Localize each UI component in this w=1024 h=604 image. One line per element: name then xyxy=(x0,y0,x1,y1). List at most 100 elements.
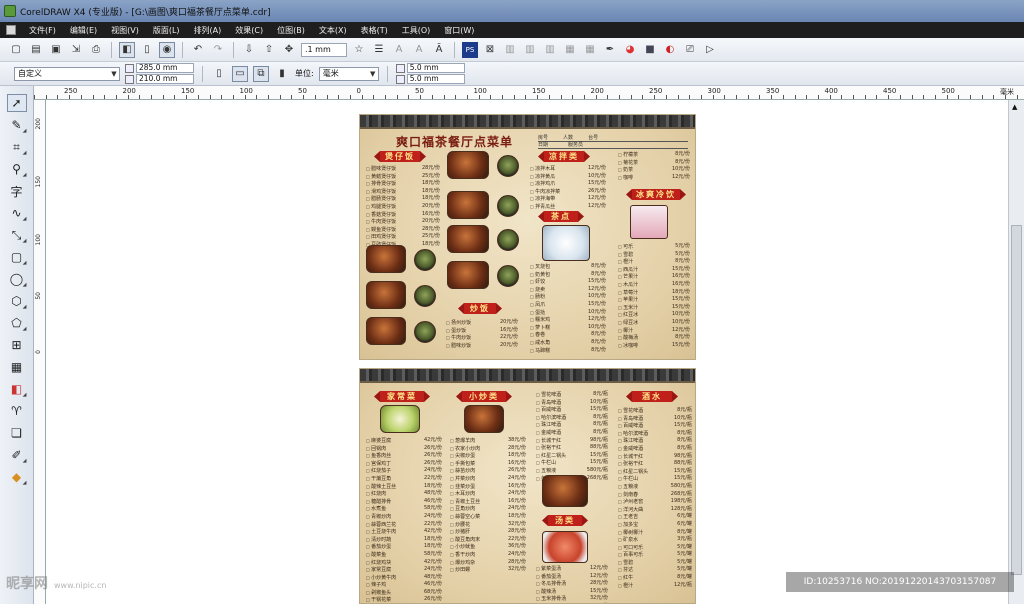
ellipse-tool-icon[interactable]: ◯ ◢ xyxy=(7,270,27,288)
scrollbar-thumb[interactable] xyxy=(1011,225,1022,575)
distribute-icon[interactable]: ▦ xyxy=(562,42,578,58)
current-page-icon[interactable]: ▮ xyxy=(274,66,290,82)
page-width-input[interactable]: 285.0 mm xyxy=(136,63,194,73)
menu-edit[interactable]: 编辑(E) xyxy=(63,25,104,36)
menu-item-row: 红烧茄子 24元/份 xyxy=(366,467,442,475)
menu-item-name: 牛肉煲仔饭 xyxy=(366,218,396,226)
undo-icon[interactable]: ↶ xyxy=(190,42,206,58)
window-title-bar: CorelDRAW X4 (专业版) - [G:\画图\爽口福茶餐厅点菜单.cd… xyxy=(0,0,1024,22)
freehand-tool-icon[interactable]: ∿ ◢ xyxy=(7,204,26,222)
menu-item-name: 珠江啤酒 xyxy=(618,437,643,445)
portrait-icon[interactable]: ▯ xyxy=(211,66,227,82)
menu-item-row: 珠江啤酒 8元/瓶 xyxy=(536,421,608,429)
menu-item-row: 酸梅汤 8元/份 xyxy=(618,334,690,342)
spell-check-icon[interactable]: Ā xyxy=(431,42,447,58)
group-icon[interactable]: ▦ xyxy=(582,42,598,58)
unit-select[interactable]: 毫米 ▼ xyxy=(318,66,379,81)
text-properties-icon[interactable]: ☰ xyxy=(371,42,387,58)
ruler-tick xyxy=(232,95,234,99)
rectangle-tool-icon[interactable]: ▢ ◢ xyxy=(7,248,27,266)
menu-item-price: 5元/罐 xyxy=(677,551,692,558)
ruler-tick xyxy=(349,95,351,99)
zoom-tool-icon[interactable]: ⚲ ◢ xyxy=(7,160,26,178)
transparency-tool-icon[interactable]: ❏ xyxy=(7,424,27,442)
save-icon[interactable]: ▣ xyxy=(48,42,64,58)
page-height-input[interactable]: 210.0 mm xyxy=(136,74,194,84)
menu-text[interactable]: 文本(X) xyxy=(312,25,354,36)
table-tool-icon[interactable]: ▦ xyxy=(7,358,27,376)
menu-bitmaps[interactable]: 位图(B) xyxy=(270,25,312,36)
menu-page-back[interactable]: 家常菜 麻婆豆腐42元/份回锅肉26元/份鱼香肉丝26元/份宫保鸡丁26元/份红… xyxy=(359,368,696,604)
shape-tool-icon[interactable]: ✎ ◢ xyxy=(7,116,26,134)
pen-nib-icon[interactable]: ✒ xyxy=(602,42,618,58)
menu-item-row: 凉拌鸡爪 15元/份 xyxy=(530,180,606,188)
new-document-icon[interactable]: ▢ xyxy=(8,42,24,58)
text-char-tool-icon[interactable]: 字 xyxy=(7,182,27,200)
color-palette-icon[interactable]: ◐ xyxy=(662,42,678,58)
menu-table[interactable]: 表格(T) xyxy=(354,25,395,36)
ruler-tick xyxy=(221,95,223,99)
polygon-tool-icon[interactable]: ⬡ ◢ xyxy=(7,292,26,310)
crop-tool-icon[interactable]: ⌗ ◢ xyxy=(7,138,26,157)
font-a-icon[interactable]: A xyxy=(391,42,407,58)
outline-pen-tool-icon[interactable]: ✐ ◢ xyxy=(7,446,26,464)
pick-tool-icon[interactable]: ➚ xyxy=(6,94,27,112)
menu-item-name: 拌青瓜丝 xyxy=(530,203,555,211)
vertical-scrollbar[interactable]: ▲ xyxy=(1008,100,1024,604)
import-file-icon[interactable]: ⇩ xyxy=(241,42,257,58)
nudge-distance-input[interactable]: .1 mm xyxy=(301,42,347,57)
paper-size-select[interactable]: 自定义 ▼ xyxy=(14,66,120,81)
menu-item-name: 珠江啤酒 xyxy=(536,421,561,429)
dup-x-input[interactable]: 5.0 mm xyxy=(406,63,465,73)
view-eye-icon[interactable]: ◉ xyxy=(159,41,175,58)
eyedropper-tool-icon[interactable]: ♈ xyxy=(7,402,27,420)
align-center-icon[interactable]: ▥ xyxy=(522,42,538,58)
import-icon[interactable]: ⇲ xyxy=(68,42,84,58)
menu-item-row: 五粮液 580元/瓶 xyxy=(536,467,608,475)
interactive-fill-icon[interactable]: ◧ ◢ xyxy=(7,380,27,398)
bitmap-convert-icon[interactable]: ⊠ xyxy=(482,42,498,58)
star-icon[interactable]: ☆ xyxy=(351,42,367,58)
photoshop-icon[interactable]: PS xyxy=(462,41,478,58)
drawing-canvas[interactable]: 爽口福茶餐厅点菜单 房号 人数 台号 日期 服务员 煲仔饭 腊味煲仔饭 28元/份… xyxy=(46,100,1008,604)
menu-item-name: 扬州炒饭 xyxy=(446,319,471,327)
menu-tools[interactable]: 工具(O) xyxy=(395,25,438,36)
smart-draw-tool-icon[interactable]: ⤡ ◢ xyxy=(7,226,27,245)
menu-item-name: 爆炒鸡杂 xyxy=(450,559,475,567)
unit-value: 毫米 xyxy=(322,69,339,78)
menu-item-price: 15元/份 xyxy=(587,300,606,307)
print-icon[interactable]: ⎙ xyxy=(88,42,104,58)
document-icon[interactable] xyxy=(6,25,16,35)
menu-file[interactable]: 文件(F) xyxy=(22,25,63,36)
dup-y-input[interactable]: 5.0 mm xyxy=(406,74,465,84)
all-pages-icon[interactable]: ⧉ xyxy=(253,65,269,82)
export-pdf-icon[interactable]: ⎚ xyxy=(682,42,698,58)
menu-page-front[interactable]: 爽口福茶餐厅点菜单 房号 人数 台号 日期 服务员 煲仔饭 腊味煲仔饭 28元/份… xyxy=(359,114,696,360)
menu-effects[interactable]: 效果(C) xyxy=(228,25,270,36)
align-left-icon[interactable]: ▥ xyxy=(502,42,518,58)
redo-icon[interactable]: ↷ xyxy=(210,42,226,58)
open-icon[interactable]: ▤ xyxy=(28,42,44,58)
scroll-up-icon[interactable]: ▲ xyxy=(1012,103,1017,111)
align-right-icon[interactable]: ▥ xyxy=(542,42,558,58)
menu-arrange[interactable]: 排列(A) xyxy=(187,25,229,36)
menu-item-name: 鳗鱼煲仔饭 xyxy=(366,226,396,234)
expand-toolbar-icon[interactable]: ▷ xyxy=(702,42,718,58)
page-view-icon[interactable]: ▯ xyxy=(139,42,155,58)
color-wheel-icon[interactable]: ◕ xyxy=(622,42,638,58)
menu-view[interactable]: 视图(V) xyxy=(104,25,146,36)
menu-layout[interactable]: 版面(L) xyxy=(146,25,187,36)
menu-window[interactable]: 窗口(W) xyxy=(437,25,481,36)
menu-item-row: 芒果汁 16元/份 xyxy=(618,273,690,281)
export-file-icon[interactable]: ⇧ xyxy=(261,42,277,58)
menu-bar: 文件(F) 编辑(E) 视图(V) 版面(L) 排列(A) 效果(C) 位图(B… xyxy=(0,22,1024,38)
menu-item-name: 蒜蓉西兰花 xyxy=(366,521,396,529)
grid-tool-icon[interactable]: ⊞ xyxy=(7,336,27,354)
fill-swatch-icon[interactable]: ■ xyxy=(642,42,658,58)
basic-shapes-tool-icon[interactable]: ⬠ ◢ xyxy=(7,314,26,332)
menu-item-row: 冬瓜排骨汤 28元/份 xyxy=(536,580,608,588)
full-screen-preview-icon[interactable]: ◧ xyxy=(119,41,135,58)
fill-bucket-tool-icon[interactable]: ◆ ◢ xyxy=(7,468,27,486)
font-a-outline-icon[interactable]: A xyxy=(411,42,427,58)
landscape-icon[interactable]: ▭ xyxy=(232,65,248,82)
